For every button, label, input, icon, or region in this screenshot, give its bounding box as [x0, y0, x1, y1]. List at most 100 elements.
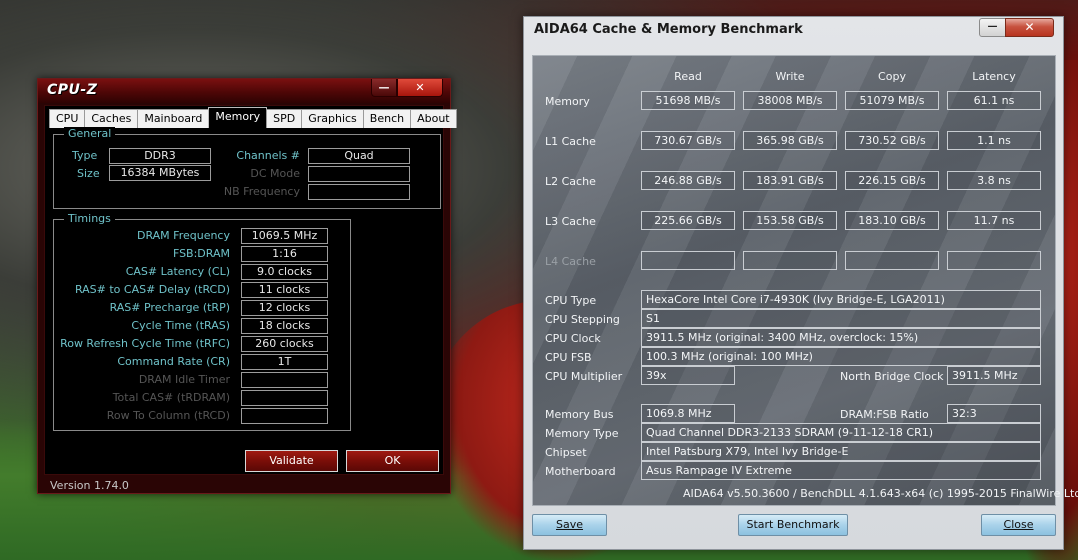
timing-label: DRAM Frequency — [136, 229, 230, 242]
cpu-clock-label: CPU Clock — [545, 332, 601, 345]
memory-type-value: Quad Channel DDR3-2133 SDRAM (9-11-12-18… — [641, 423, 1041, 442]
header-latency: Latency — [972, 70, 1016, 83]
cpu-stepping-label: CPU Stepping — [545, 313, 620, 326]
timing-label: Cycle Time (tRAS) — [131, 319, 230, 332]
timing-label: Command Rate (CR) — [117, 355, 230, 368]
cpuz-window: CPU-Z — ✕ CPU Caches Mainboard Memory SP… — [37, 78, 457, 494]
timing-label: Row To Column (tRCD) — [106, 409, 230, 422]
tab-caches[interactable]: Caches — [84, 109, 139, 128]
row-label-l4: L4 Cache — [545, 255, 596, 268]
nb-frequency-value — [308, 184, 410, 200]
timing-value: 1069.5 MHz — [241, 228, 328, 244]
row-label-l2: L2 Cache — [545, 175, 596, 188]
aida-results-panel: Read Write Copy Latency Memory 51698 MB/… — [532, 55, 1078, 506]
aida-footer: AIDA64 v5.50.3600 / BenchDLL 4.1.643-x64… — [683, 487, 1078, 500]
save-button[interactable]: Save — [532, 514, 607, 536]
dram-fsb-value: 32:3 — [947, 404, 1041, 423]
start-benchmark-button[interactable]: Start Benchmark — [738, 514, 848, 536]
close-button[interactable]: ✕ — [1005, 18, 1054, 37]
cpuz-tabs: CPU Caches Mainboard Memory SPD Graphics… — [49, 107, 457, 128]
nb-frequency-label: NB Frequency — [223, 185, 300, 198]
timing-value: 18 clocks — [241, 318, 328, 334]
aida-title: AIDA64 Cache & Memory Benchmark — [534, 22, 803, 37]
aida-window: AIDA64 Cache & Memory Benchmark — ✕ Read… — [523, 16, 1078, 550]
header-copy: Copy — [878, 70, 906, 83]
memory-type-label: Memory Type — [545, 427, 619, 440]
tab-mainboard[interactable]: Mainboard — [137, 109, 210, 128]
tab-cpu[interactable]: CPU — [49, 109, 86, 128]
timings-group: Timings DRAM Frequency 1069.5 MHz FSB:DR… — [53, 212, 351, 431]
dc-mode-value — [308, 166, 410, 182]
l2-write: 183.91 GB/s — [743, 171, 837, 190]
l2-latency: 3.8 ns — [947, 171, 1041, 190]
timings-group-title: Timings — [64, 212, 115, 226]
timing-label: Total CAS# (tRDRAM) — [112, 391, 230, 404]
motherboard-label: Motherboard — [545, 465, 616, 478]
minimize-icon: — — [378, 81, 390, 94]
cpu-fsb-label: CPU FSB — [545, 351, 592, 364]
timing-label: CAS# Latency (CL) — [125, 265, 230, 278]
type-label: Type — [72, 149, 98, 162]
memory-latency: 61.1 ns — [947, 91, 1041, 110]
cpu-fsb-value: 100.3 MHz (original: 100 MHz) — [641, 347, 1041, 366]
general-group-title: General — [64, 127, 116, 141]
tab-memory[interactable]: Memory — [208, 107, 268, 128]
timing-value: 1T — [241, 354, 328, 370]
l3-latency: 11.7 ns — [947, 211, 1041, 230]
version-label: Version 1.74.0 — [50, 479, 129, 492]
tab-spd[interactable]: SPD — [266, 109, 303, 128]
header-write: Write — [775, 70, 805, 83]
dc-mode-label: DC Mode — [250, 167, 300, 180]
timing-label: RAS# Precharge (tRP) — [109, 301, 230, 314]
timing-value — [241, 390, 328, 406]
l3-read: 225.66 GB/s — [641, 211, 735, 230]
l1-latency: 1.1 ns — [947, 131, 1041, 150]
save-button-label: Save — [555, 518, 583, 531]
minimize-icon: — — [987, 21, 998, 32]
tab-about[interactable]: About — [410, 109, 457, 128]
general-group: General Type DDR3 Size 16384 MBytes Chan… — [53, 127, 441, 209]
row-label-l3: L3 Cache — [545, 215, 596, 228]
memory-copy: 51079 MB/s — [845, 91, 939, 110]
chipset-value: Intel Patsburg X79, Intel Ivy Bridge-E — [641, 442, 1041, 461]
motherboard-value: Asus Rampage IV Extreme — [641, 461, 1041, 480]
cpu-multiplier-label: CPU Multiplier — [545, 370, 623, 383]
minimize-button[interactable]: — — [371, 79, 397, 97]
dram-fsb-label: DRAM:FSB Ratio — [840, 408, 929, 421]
timing-value: 9.0 clocks — [241, 264, 328, 280]
timing-value: 11 clocks — [241, 282, 328, 298]
minimize-button[interactable]: — — [979, 18, 1006, 37]
l3-copy: 183.10 GB/s — [845, 211, 939, 230]
nb-clock-label: North Bridge Clock — [840, 370, 944, 383]
cpuz-title: CPU-Z — [47, 82, 98, 98]
close-window-button[interactable]: Close — [981, 514, 1056, 536]
close-button-label: Close — [1003, 518, 1034, 531]
ok-button[interactable]: OK — [346, 450, 439, 472]
cpu-type-value: HexaCore Intel Core i7-4930K (Ivy Bridge… — [641, 290, 1041, 309]
chipset-label: Chipset — [545, 446, 587, 459]
size-label: Size — [77, 167, 100, 180]
cpu-type-label: CPU Type — [545, 294, 597, 307]
timing-value: 12 clocks — [241, 300, 328, 316]
row-label-l1: L1 Cache — [545, 135, 596, 148]
tab-bench[interactable]: Bench — [362, 109, 412, 128]
l4-copy — [845, 251, 939, 270]
l4-latency — [947, 251, 1041, 270]
l1-read: 730.67 GB/s — [641, 131, 735, 150]
validate-button[interactable]: Validate — [245, 450, 338, 472]
l4-read — [641, 251, 735, 270]
close-button[interactable]: ✕ — [397, 79, 443, 97]
nb-clock-value: 3911.5 MHz — [947, 366, 1041, 385]
timing-label: DRAM Idle Timer — [138, 373, 230, 386]
l4-write — [743, 251, 837, 270]
cpuz-body: CPU Caches Mainboard Memory SPD Graphics… — [44, 105, 457, 475]
header-read: Read — [674, 70, 702, 83]
l2-copy: 226.15 GB/s — [845, 171, 939, 190]
tab-graphics[interactable]: Graphics — [301, 109, 364, 128]
channels-value: Quad — [308, 148, 410, 164]
memory-bus-label: Memory Bus — [545, 408, 614, 421]
timing-label: RAS# to CAS# Delay (tRCD) — [74, 283, 230, 296]
timing-label: Row Refresh Cycle Time (tRFC) — [60, 337, 230, 350]
timing-label: FSB:DRAM — [172, 247, 230, 260]
timing-value: 260 clocks — [241, 336, 328, 352]
